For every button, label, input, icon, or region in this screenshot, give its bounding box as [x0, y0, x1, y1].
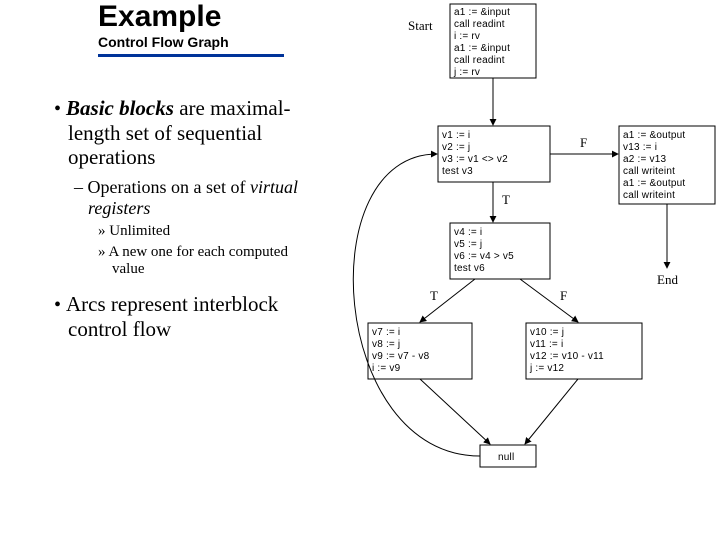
bullet-1a: – Operations on a set of virtual registe…: [74, 177, 304, 218]
node-output-l5: call writeint: [623, 190, 675, 201]
node-null-label: null: [498, 452, 514, 463]
node-test1-l3: test v3: [442, 166, 473, 177]
node-output-l4: a1 := &output: [623, 178, 685, 189]
arrow-left2-null: [420, 379, 490, 444]
node-start-l1: call readint: [454, 19, 505, 30]
node-output-l3: call writeint: [623, 166, 675, 177]
node-start-l4: call readint: [454, 55, 505, 66]
arrow-test2-right: [520, 279, 578, 322]
node-start-l2: i := rv: [454, 31, 480, 42]
page-subtitle: Control Flow Graph: [98, 34, 283, 50]
node-test2-l3: test v6: [454, 263, 485, 274]
bullet-1a2-text: A new one for each computed value: [108, 244, 288, 277]
node-test1-l0: v1 := i: [442, 130, 470, 141]
label-start: Start: [408, 18, 433, 33]
arrow-test2-left: [420, 279, 475, 322]
node-output-l0: a1 := &output: [623, 130, 685, 141]
node-output-l2: a2 := v13: [623, 154, 666, 165]
label-T1: T: [502, 192, 510, 207]
node-test1-l2: v3 := v1 <> v2: [442, 154, 508, 165]
bullet-list: • Basic blocks are maximal-length set of…: [54, 92, 304, 342]
node-right2-l0: v10 := j: [530, 327, 564, 338]
bullet-1a1: » Unlimited: [98, 223, 304, 240]
node-start-l5: j := rv: [453, 67, 480, 78]
arrow-null-back: [353, 154, 480, 456]
label-F1: F: [580, 135, 587, 150]
node-test2-l1: v5 := j: [454, 239, 482, 250]
node-right2-l3: j := v12: [529, 363, 564, 374]
bullet-1-em: Basic blocks: [66, 96, 174, 120]
node-test2-l0: v4 := i: [454, 227, 482, 238]
control-flow-graph: Start a1 := &input call readint i := rv …: [320, 0, 720, 540]
title-block: Example Control Flow Graph: [98, 0, 283, 57]
node-output-l1: v13 := i: [623, 142, 657, 153]
label-end: End: [657, 272, 678, 287]
bullet-2: • Arcs represent interblock control flow: [54, 292, 304, 341]
node-start-l3: a1 := &input: [454, 43, 510, 54]
bullet-1: • Basic blocks are maximal-length set of…: [54, 96, 304, 169]
bullet-1a1-text: Unlimited: [109, 223, 170, 239]
node-right2-l1: v11 := i: [530, 339, 563, 350]
bullet-1a-text: Operations on a set of: [88, 177, 250, 197]
node-test2-l2: v6 := v4 > v5: [454, 251, 514, 262]
label-F2: F: [560, 288, 567, 303]
node-right2-l2: v12 := v10 - v11: [530, 351, 604, 362]
node-test1-l1: v2 := j: [442, 142, 470, 153]
node-left2-l2: v9 := v7 - v8: [372, 351, 430, 362]
title-underline: [98, 54, 284, 57]
node-left2-l1: v8 := j: [372, 339, 400, 350]
node-left2-l0: v7 := i: [372, 327, 400, 338]
node-left2-l3: i := v9: [372, 363, 401, 374]
node-start-l0: a1 := &input: [454, 7, 510, 18]
page-title: Example: [98, 0, 283, 34]
bullet-1a2: » A new one for each computed value: [98, 244, 304, 279]
arrow-right2-null: [525, 379, 578, 444]
bullet-2-text: Arcs represent interblock control flow: [66, 292, 278, 341]
label-T2: T: [430, 288, 438, 303]
